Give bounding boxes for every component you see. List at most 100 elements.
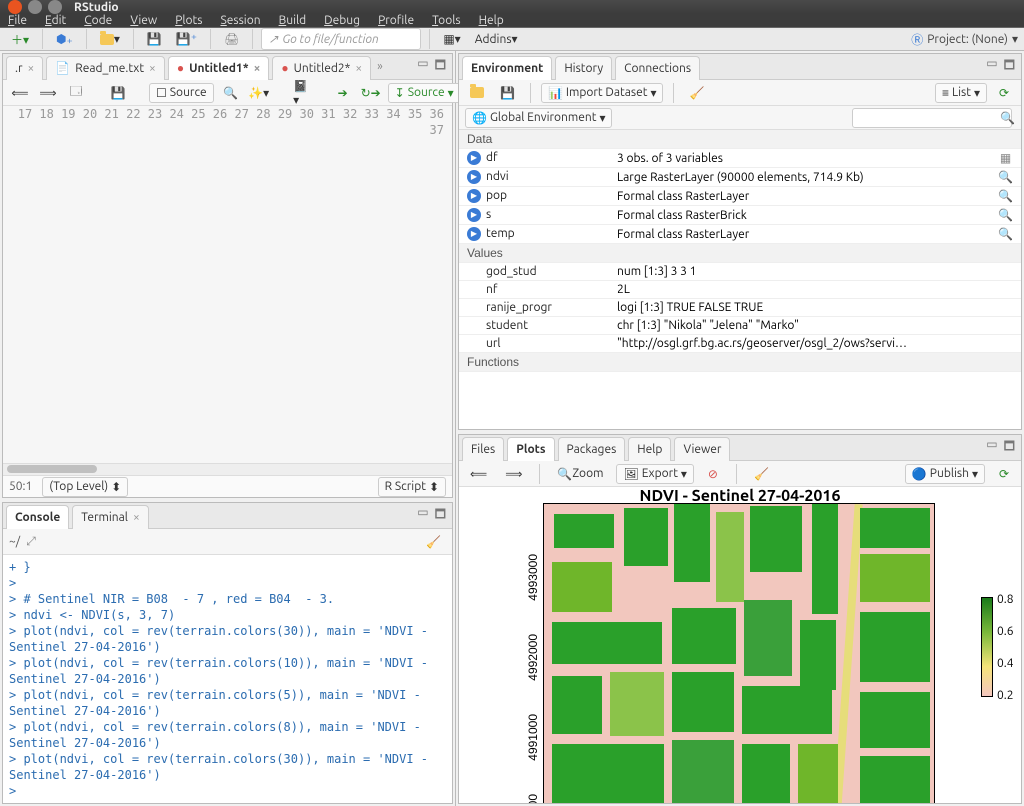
- load-workspace-button[interactable]: [465, 82, 489, 104]
- publish-button[interactable]: 🔵 Publish ▾: [905, 464, 985, 484]
- env-row[interactable]: popFormal class RasterLayer🔍: [459, 187, 1021, 206]
- save-button[interactable]: 💾: [142, 28, 167, 50]
- pane-maximize-icon[interactable]: 🗖: [435, 56, 446, 77]
- close-icon[interactable]: ×: [254, 62, 261, 75]
- env-row[interactable]: url"http://osgl.grf.bg.ac.rs/geoserver/o…: [459, 335, 1021, 353]
- source-dropdown[interactable]: ↧ Source ▾: [388, 83, 461, 103]
- pane-minimize-icon[interactable]: ▭: [417, 56, 428, 77]
- wand-button[interactable]: ✨▾: [248, 82, 270, 104]
- pane-minimize-icon[interactable]: ▭: [986, 56, 997, 77]
- console-output[interactable]: + } > > # Sentinel NIR = B08 - 7 , red =…: [3, 555, 452, 803]
- expand-icon[interactable]: [467, 208, 481, 222]
- language-selector[interactable]: R Script ⬍: [378, 477, 446, 497]
- window-maximize-icon[interactable]: [48, 0, 62, 14]
- find-button[interactable]: 🔍: [220, 82, 242, 104]
- env-row[interactable]: tempFormal class RasterLayer🔍: [459, 225, 1021, 244]
- save-all-button[interactable]: 💾⁺: [171, 28, 202, 50]
- window-minimize-icon[interactable]: [28, 0, 42, 14]
- save-workspace-button[interactable]: 💾: [495, 82, 520, 104]
- tab-viewer[interactable]: Viewer: [674, 437, 730, 461]
- expand-icon[interactable]: [467, 151, 481, 165]
- project-menu[interactable]: Ⓡ Project: (None) ▾: [911, 31, 1018, 48]
- expand-icon[interactable]: [467, 227, 481, 241]
- menu-plots[interactable]: Plots: [175, 14, 202, 27]
- menu-build[interactable]: Build: [279, 14, 307, 27]
- rerun-button[interactable]: ↻➔: [360, 82, 382, 104]
- scope-selector[interactable]: (Top Level) ⬍: [42, 477, 128, 497]
- forward-button[interactable]: ⟹: [37, 82, 59, 104]
- goto-file-function-input[interactable]: ↗ Go to file/function: [261, 28, 421, 50]
- tab-environment[interactable]: Environment: [462, 56, 552, 80]
- pane-maximize-icon[interactable]: 🗖: [1004, 56, 1015, 77]
- menu-session[interactable]: Session: [220, 14, 260, 27]
- tab-untitled2[interactable]: ●Untitled2*×: [272, 56, 371, 80]
- save-source-button[interactable]: 💾: [107, 82, 129, 104]
- env-view-mode[interactable]: ≡ List ▾: [935, 83, 987, 103]
- env-row[interactable]: df3 obs. of 3 variables▦: [459, 149, 1021, 168]
- env-row[interactable]: sFormal class RasterBrick🔍: [459, 206, 1021, 225]
- env-search-input[interactable]: [852, 108, 1012, 128]
- import-dataset-button[interactable]: 📊 Import Dataset ▾: [541, 83, 664, 103]
- addins-button[interactable]: Addins ▾: [470, 28, 523, 50]
- env-scope-selector[interactable]: 🌐 Global Environment ▾: [465, 108, 612, 128]
- tab-readme[interactable]: 📄Read_me.txt×: [46, 56, 165, 80]
- env-row[interactable]: god_studnum [1:3] 3 3 1: [459, 263, 1021, 281]
- tab-untitled1[interactable]: ●Untitled1*×: [168, 56, 270, 80]
- remove-plot-button[interactable]: ⊘: [702, 463, 724, 485]
- export-button[interactable]: 🖼 Export ▾: [616, 464, 693, 484]
- plot-next-button[interactable]: ⟹: [500, 463, 527, 485]
- menu-view[interactable]: View: [130, 14, 157, 27]
- close-icon[interactable]: ×: [149, 62, 156, 75]
- pane-minimize-icon[interactable]: ▭: [986, 437, 997, 458]
- clear-all-plots-button[interactable]: 🧹: [749, 463, 774, 485]
- tab-overflow-icon[interactable]: »: [377, 60, 383, 73]
- menu-edit[interactable]: Edit: [45, 14, 66, 27]
- menu-debug[interactable]: Debug: [324, 14, 360, 27]
- tab-plots[interactable]: Plots: [507, 437, 554, 461]
- close-icon[interactable]: ×: [28, 62, 35, 75]
- env-row[interactable]: ranije_progrlogi [1:3] TRUE FALSE TRUE: [459, 299, 1021, 317]
- tab-files[interactable]: Files: [462, 437, 504, 461]
- menu-help[interactable]: Help: [479, 14, 504, 27]
- pane-maximize-icon[interactable]: 🗖: [1004, 437, 1015, 458]
- source-editor[interactable]: 17 18 19 20 21 22 23 24 25 26 27 28 29 3…: [3, 106, 452, 463]
- refresh-plot-button[interactable]: ⟳: [993, 463, 1015, 485]
- grid-button[interactable]: ▦▾: [438, 28, 465, 50]
- menu-profile[interactable]: Profile: [378, 14, 414, 27]
- pane-maximize-icon[interactable]: 🗖: [435, 505, 446, 526]
- clear-workspace-button[interactable]: 🧹: [684, 82, 709, 104]
- pane-minimize-icon[interactable]: ▭: [417, 505, 428, 526]
- show-in-new-window-button[interactable]: 🗔: [65, 82, 87, 104]
- expand-icon[interactable]: [467, 189, 481, 203]
- menu-file[interactable]: File: [8, 14, 27, 27]
- new-file-button[interactable]: ＋▾: [6, 28, 34, 50]
- env-row[interactable]: ndviLarge RasterLayer (90000 elements, 7…: [459, 168, 1021, 187]
- print-button[interactable]: 🖨: [219, 28, 244, 50]
- tab-console[interactable]: Console: [6, 505, 69, 529]
- tab-connections[interactable]: Connections: [615, 56, 700, 80]
- zoom-button[interactable]: 🔍 Zoom: [552, 463, 608, 485]
- tab-r-file[interactable]: .r×: [6, 56, 43, 80]
- window-close-icon[interactable]: [8, 0, 22, 14]
- plot-prev-button[interactable]: ⟸: [465, 463, 492, 485]
- open-file-button[interactable]: ▾: [95, 28, 125, 50]
- run-button[interactable]: ➔: [332, 82, 354, 104]
- tab-packages[interactable]: Packages: [558, 437, 626, 461]
- console-cwd-icon[interactable]: ⤢: [26, 535, 36, 549]
- clear-console-button[interactable]: 🧹: [421, 531, 446, 553]
- source-on-save-checkbox[interactable]: ☐ Source: [149, 83, 214, 103]
- expand-icon[interactable]: [467, 170, 481, 184]
- menu-code[interactable]: Code: [84, 14, 112, 27]
- back-button[interactable]: ⟸: [9, 82, 31, 104]
- close-icon[interactable]: ×: [355, 62, 362, 75]
- notebook-button[interactable]: 📓▾: [290, 82, 312, 104]
- tab-help[interactable]: Help: [628, 437, 671, 461]
- tab-history[interactable]: History: [555, 56, 612, 80]
- close-icon[interactable]: ×: [133, 511, 140, 524]
- env-row[interactable]: studentchr [1:3] "Nikola" "Jelena" "Mark…: [459, 317, 1021, 335]
- horizontal-scrollbar[interactable]: [3, 463, 452, 475]
- refresh-env-button[interactable]: ⟳: [993, 82, 1015, 104]
- tab-terminal[interactable]: Terminal×: [72, 505, 149, 529]
- new-project-button[interactable]: ⬢₊: [51, 28, 78, 50]
- menu-tools[interactable]: Tools: [432, 14, 461, 27]
